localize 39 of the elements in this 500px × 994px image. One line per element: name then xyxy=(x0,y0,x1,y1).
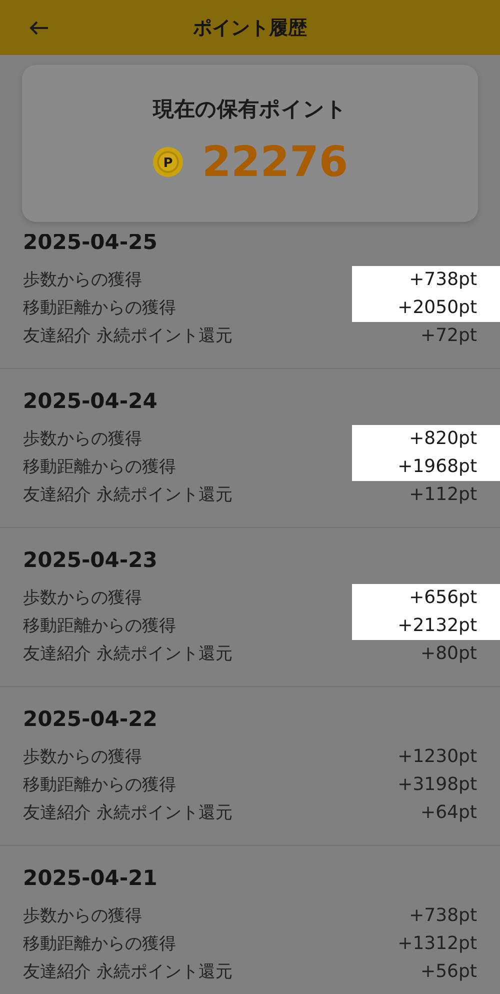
points-value: +2050pt xyxy=(352,294,500,322)
points-value: +72pt xyxy=(420,324,478,348)
history-label: 移動距離からの獲得 xyxy=(22,297,176,320)
history-label: 歩数からの獲得 xyxy=(22,587,142,610)
points-value: +80pt xyxy=(420,642,478,666)
points-value: +820pt xyxy=(352,425,500,453)
points-value: +64pt xyxy=(420,801,478,825)
history-label: 歩数からの獲得 xyxy=(22,428,142,451)
points-value: +738pt xyxy=(352,266,500,294)
history-label: 移動距離からの獲得 xyxy=(22,933,176,956)
points-value: +738pt xyxy=(408,904,478,928)
history-label: 移動距離からの獲得 xyxy=(22,615,176,638)
history-label: 友達紹介 永続ポイント還元 xyxy=(22,643,232,666)
points-balance: 22276 xyxy=(202,137,348,186)
coin-icon: P xyxy=(152,146,184,178)
history-label: 友達紹介 永続ポイント還元 xyxy=(22,802,232,825)
history-label: 歩数からの獲得 xyxy=(22,269,142,292)
history-date: 2025-04-23 xyxy=(22,547,158,574)
points-value: +1312pt xyxy=(396,932,478,956)
points-value: +656pt xyxy=(352,584,500,612)
history-label: 移動距離からの獲得 xyxy=(22,774,176,797)
history-date: 2025-04-22 xyxy=(22,706,158,733)
history-label: 歩数からの獲得 xyxy=(22,905,142,928)
points-value: +56pt xyxy=(420,960,478,984)
points-value: +1230pt xyxy=(396,745,478,769)
history-label: 歩数からの獲得 xyxy=(22,746,142,769)
back-arrow-icon[interactable] xyxy=(29,20,49,36)
history-label: 友達紹介 永続ポイント還元 xyxy=(22,325,232,348)
history-label: 移動距離からの獲得 xyxy=(22,456,176,479)
history-label: 友達紹介 永続ポイント還元 xyxy=(22,961,232,984)
points-value: +3198pt xyxy=(396,773,478,797)
history-date: 2025-04-24 xyxy=(22,388,158,415)
points-value: +112pt xyxy=(408,483,478,507)
points-value: +1968pt xyxy=(352,453,500,481)
points-value: +2132pt xyxy=(352,612,500,640)
history-label: 友達紹介 永続ポイント還元 xyxy=(22,484,232,507)
page-title: ポイント履歴 xyxy=(193,16,307,40)
history-date: 2025-04-21 xyxy=(22,865,158,892)
balance-title: 現在の保有ポイント xyxy=(153,96,347,123)
